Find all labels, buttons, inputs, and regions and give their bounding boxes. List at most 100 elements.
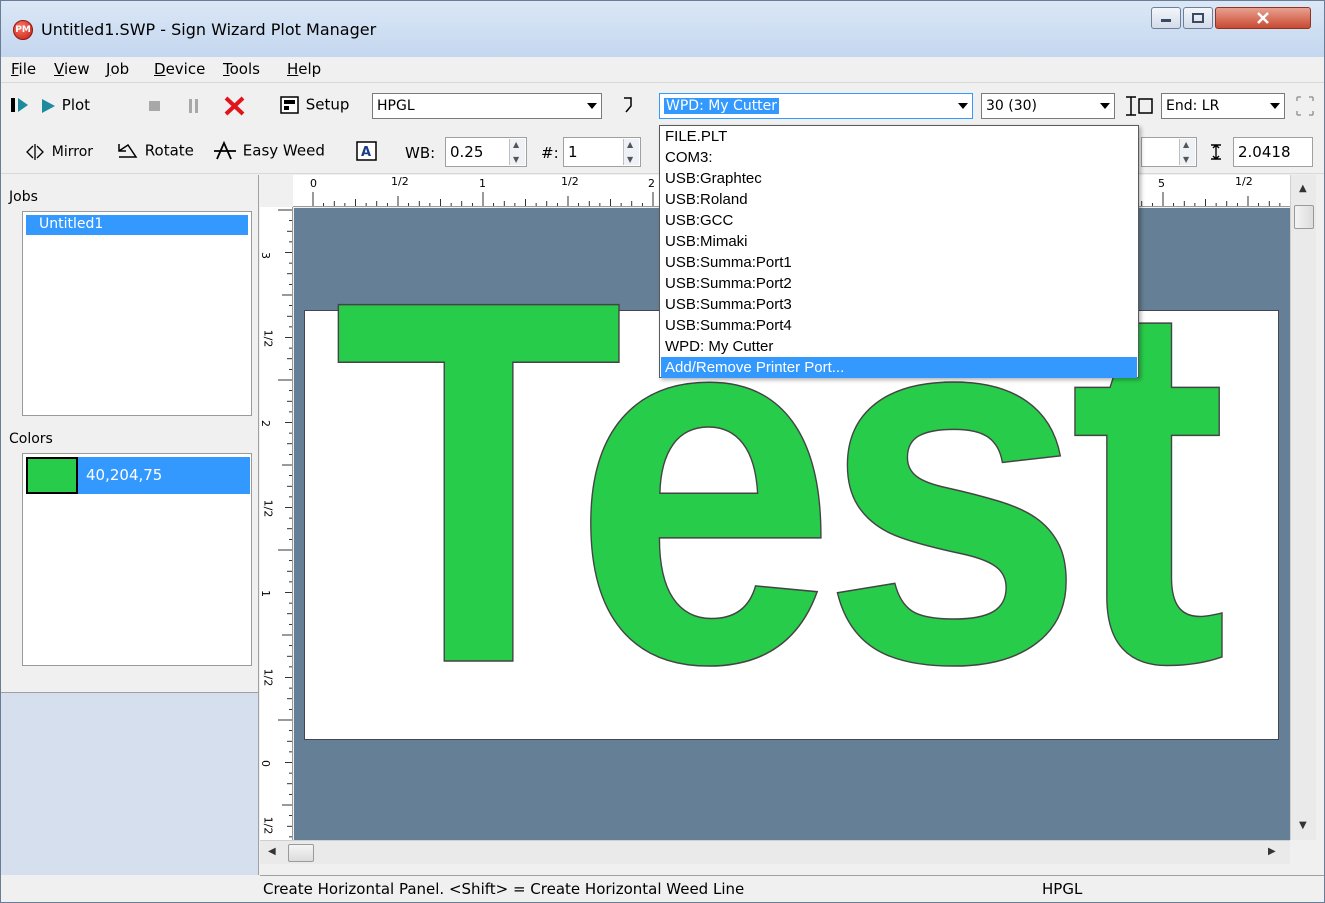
maximize-button[interactable] [1183, 7, 1213, 29]
colors-list[interactable]: 40,204,75 [22, 453, 252, 666]
h-ruler-label: 5 [1158, 177, 1165, 190]
port-option-usb-summa-port1[interactable]: USB:Summa:Port1 [661, 252, 1137, 273]
port-option-usb-summa-port4[interactable]: USB:Summa:Port4 [661, 315, 1137, 336]
scroll-right-icon[interactable]: ▶ [1268, 846, 1276, 857]
scroll-left-icon[interactable]: ◀ [268, 846, 276, 857]
jobs-label: Jobs [9, 189, 38, 205]
port-option-add-remove[interactable]: Add/Remove Printer Port... [661, 357, 1137, 378]
v-ruler-label: 1/2 [261, 816, 275, 835]
plot-label: Plot [61, 96, 91, 114]
menu-bar: File View Job Device Tools Help [1, 57, 1324, 83]
spinner-arrows-icon[interactable] [623, 139, 639, 165]
port-option-usb-summa-port2[interactable]: USB:Summa:Port2 [661, 273, 1137, 294]
fit-icon [1296, 96, 1314, 116]
plot-button[interactable]: Plot [39, 96, 90, 115]
left-panel-empty-area [1, 692, 258, 875]
status-message: Create Horizontal Panel. <Shift> = Creat… [263, 880, 745, 898]
setup-button[interactable]: Setup [279, 95, 349, 115]
minimize-button[interactable] [1151, 7, 1181, 29]
count-label: #: [541, 144, 559, 162]
count-spinner[interactable]: 1 [563, 137, 641, 167]
driver-select[interactable]: HPGL [372, 93, 602, 119]
rotate-label: Rotate [144, 141, 194, 160]
speed-select[interactable]: 30 (30) [981, 93, 1115, 119]
speed-value: 30 (30) [986, 98, 1038, 114]
wb-value: 0.25 [450, 143, 484, 161]
color-item[interactable]: 40,204,75 [26, 457, 250, 494]
title-bar[interactable]: PM Untitled1.SWP - Sign Wizard Plot Mana… [1, 1, 1324, 57]
window-title: Untitled1.SWP - Sign Wizard Plot Manager [41, 20, 377, 39]
port-select[interactable]: WPD: My Cutter [659, 93, 973, 119]
port-option-com3[interactable]: COM3: [661, 147, 1137, 168]
port-option-usb-gcc[interactable]: USB:GCC [661, 210, 1137, 231]
vertical-ruler-ticks [278, 209, 292, 838]
end-select[interactable]: End: LR [1161, 93, 1285, 119]
app-window: PM Untitled1.SWP - Sign Wizard Plot Mana… [0, 0, 1325, 903]
pause-icon [189, 99, 198, 113]
ruler-corner [260, 175, 293, 207]
plot-selected-button[interactable] [9, 95, 31, 119]
port-value: WPD: My Cutter [664, 98, 780, 114]
mirror-label: Mirror [51, 144, 94, 160]
close-button[interactable] [1215, 7, 1311, 29]
easy-weed-icon [214, 140, 236, 160]
mirror-button[interactable]: Mirror [25, 142, 93, 161]
h-ruler-label: 1/2 [561, 175, 579, 188]
auto-weed-button[interactable]: A [355, 140, 379, 166]
pause-button[interactable] [187, 98, 201, 118]
menu-help[interactable]: Help [287, 60, 321, 78]
end-position-icon-button[interactable] [1124, 95, 1156, 121]
app-logo-icon: PM [13, 20, 33, 40]
fit-button[interactable] [1295, 95, 1315, 121]
port-option-wpd-my-cutter[interactable]: WPD: My Cutter [661, 336, 1137, 357]
count-value: 1 [568, 143, 578, 161]
wb-spinner[interactable]: 0.25 [445, 137, 527, 167]
vertical-scrollbar[interactable]: ▲ ▼ [1290, 175, 1316, 840]
pen-tool-button[interactable] [621, 96, 635, 118]
scroll-up-icon[interactable]: ▲ [1299, 183, 1307, 194]
cancel-button[interactable] [223, 95, 247, 121]
status-bar: Create Horizontal Panel. <Shift> = Creat… [260, 875, 1324, 902]
stop-button[interactable] [147, 99, 163, 117]
rotate-button[interactable]: Rotate [116, 141, 194, 161]
close-icon [1257, 12, 1269, 24]
menu-file[interactable]: File [11, 60, 36, 78]
port-option-usb-summa-port3[interactable]: USB:Summa:Port3 [661, 294, 1137, 315]
height-field[interactable]: 2.0418 [1233, 137, 1313, 167]
menu-view[interactable]: View [54, 60, 90, 78]
height-value: 2.0418 [1238, 143, 1291, 161]
easy-weed-button[interactable]: Easy Weed [212, 140, 325, 161]
play-icon [42, 98, 55, 113]
h-ruler-label: 0 [310, 177, 317, 190]
vertical-scroll-thumb[interactable] [1294, 205, 1314, 229]
spinner-arrows-icon[interactable] [509, 139, 525, 165]
height-icon-label [1209, 143, 1225, 165]
rotate-icon [118, 143, 138, 158]
menu-tools[interactable]: Tools [223, 60, 260, 78]
vertical-ruler[interactable]: 3 1/2 2 1/2 1 1/2 0 1/2 [260, 207, 293, 840]
port-option-usb-graphtec[interactable]: USB:Graphtec [661, 168, 1137, 189]
horizontal-scrollbar[interactable]: ◀ ▶ [260, 840, 1290, 864]
port-option-usb-mimaki[interactable]: USB:Mimaki [661, 231, 1137, 252]
h-ruler-label: 1 [479, 177, 486, 190]
jobs-list[interactable]: Untitled1 [22, 211, 252, 416]
port-dropdown-list[interactable]: FILE.PLT COM3: USB:Graphtec USB:Roland U… [659, 125, 1139, 378]
scroll-down-icon[interactable]: ▼ [1299, 820, 1307, 831]
chevron-down-icon [1100, 103, 1110, 109]
width-spinner[interactable] [1141, 137, 1197, 167]
colors-label: Colors [9, 431, 53, 447]
mirror-icon [26, 143, 44, 160]
end-position-icon [1126, 96, 1153, 116]
setup-icon [280, 96, 299, 114]
port-option-file[interactable]: FILE.PLT [661, 126, 1137, 147]
spinner-arrows-icon[interactable] [1179, 139, 1195, 165]
menu-device[interactable]: Device [154, 60, 205, 78]
horizontal-scroll-thumb[interactable] [288, 844, 314, 862]
chevron-down-icon [587, 103, 597, 109]
job-item[interactable]: Untitled1 [26, 215, 248, 235]
menu-job[interactable]: Job [106, 60, 129, 78]
height-icon [1211, 144, 1221, 160]
color-value: 40,204,75 [86, 466, 163, 484]
v-ruler-label: 1 [260, 590, 272, 597]
port-option-usb-roland[interactable]: USB:Roland [661, 189, 1137, 210]
